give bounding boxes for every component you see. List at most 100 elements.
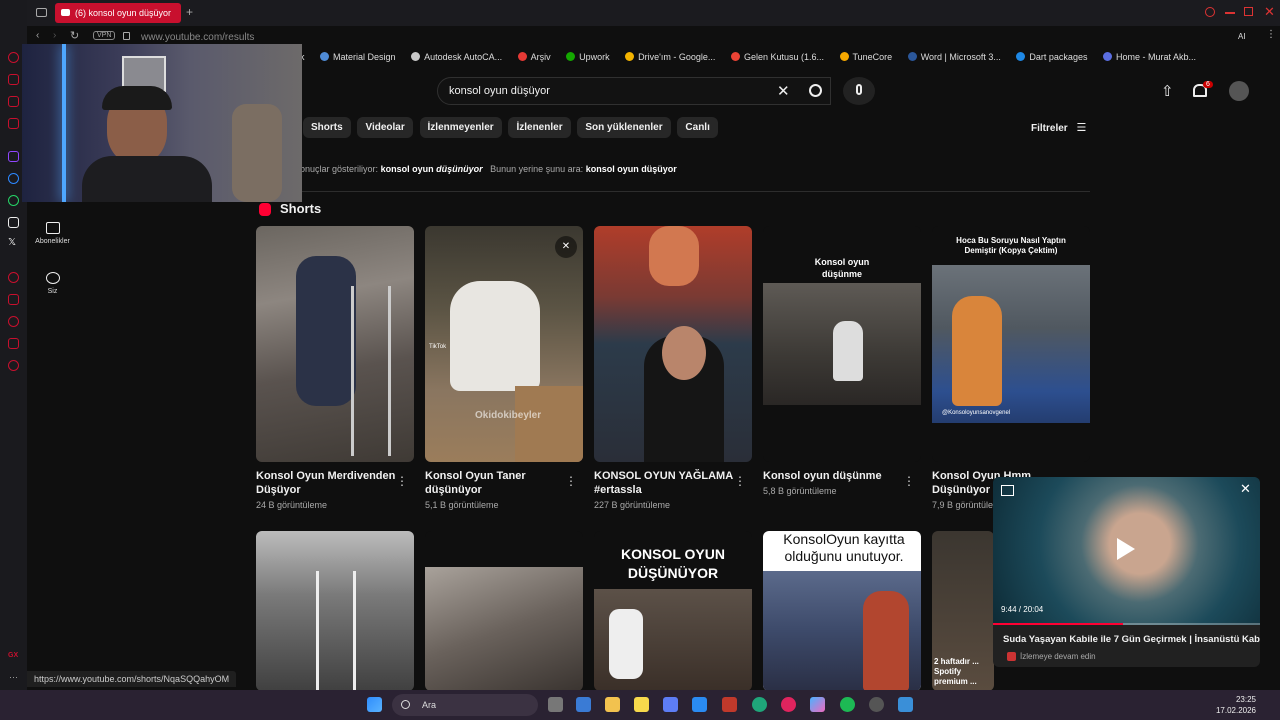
bookmark-item[interactable]: Gelen Kutusu (1.6... [730, 52, 824, 62]
sidebar-app-icon[interactable] [8, 52, 19, 63]
chip-recent[interactable]: Son yüklenenler [577, 117, 671, 138]
sidebar-app-icon[interactable] [8, 338, 19, 349]
short-thumbnail[interactable] [256, 226, 414, 462]
voice-search-button[interactable] [843, 77, 875, 105]
store-icon[interactable] [663, 697, 678, 712]
short-card[interactable]: KONSOL OYUN YAĞLAMA #ertassla 227 B görü… [594, 226, 752, 510]
avatar[interactable] [1229, 81, 1249, 101]
tiktok-icon[interactable] [8, 217, 19, 228]
back-icon[interactable]: ‹ [36, 30, 39, 41]
short-thumbnail[interactable]: Konsol oyun düşünme [763, 226, 921, 462]
sticky-notes-icon[interactable] [634, 697, 649, 712]
menu-icon[interactable]: ⋮ [1266, 29, 1276, 40]
twitch-icon[interactable] [8, 151, 19, 162]
short-title[interactable]: Konsol Oyun Merdivenden Düşüyor [256, 469, 396, 497]
search-input[interactable]: konsol oyun düşüyor [437, 77, 831, 105]
system-clock[interactable]: 23:25 17.02.2026 [1216, 694, 1256, 716]
edge-icon[interactable] [752, 697, 767, 712]
search-tabs-icon[interactable] [1205, 7, 1215, 17]
sidebar-app-icon[interactable] [8, 118, 19, 129]
chip-videos[interactable]: Videolar [357, 117, 413, 138]
expand-icon[interactable] [1001, 485, 1014, 496]
short-title[interactable]: Konsol oyun düşünme [763, 469, 903, 483]
short-title[interactable]: Konsol Oyun Taner düşünüyor [425, 469, 565, 497]
mute-icon[interactable]: ✕ [555, 236, 577, 258]
app-icon[interactable] [898, 697, 913, 712]
vpn-badge[interactable]: VPN [93, 31, 116, 40]
sidebar-app-icon[interactable] [8, 74, 19, 85]
short-thumbnail[interactable] [256, 531, 414, 691]
url-text[interactable]: www.youtube.com/results [141, 32, 254, 43]
tab-manager-icon[interactable] [36, 8, 47, 17]
gx-icon[interactable]: GX [8, 652, 18, 659]
short-card[interactable]: Hoca Bu Soruyu Nasıl Yaptın Demiştir (Ko… [932, 226, 1090, 510]
progress-track[interactable] [993, 623, 1260, 625]
chip-shorts[interactable]: Shorts [303, 117, 351, 138]
miniplayer-title[interactable]: Suda Yaşayan Kabile ile 7 Gün Geçirmek |… [1003, 634, 1260, 645]
close-icon[interactable]: ✕ [1240, 481, 1251, 497]
short-card[interactable]: ✕ TikTok Okidokibeyler Konsol Oyun Taner… [425, 226, 583, 510]
bookmark-item[interactable]: Arşiv [517, 52, 551, 62]
file-explorer-icon[interactable] [605, 697, 620, 712]
obs-icon[interactable] [869, 697, 884, 712]
minimize-button[interactable] [1225, 12, 1235, 14]
more-options-icon[interactable]: ⋮ [565, 474, 577, 488]
sidebar-app-icon[interactable] [8, 272, 19, 283]
taskbar-search[interactable]: Ara [392, 694, 538, 716]
ai-extension-badge[interactable]: AI [1238, 32, 1246, 41]
windows-start-icon[interactable] [367, 697, 382, 712]
chip-watched[interactable]: İzlenenler [508, 117, 571, 138]
short-thumbnail[interactable]: KONSOL OYUN DÜŞÜNÜYOR [594, 531, 752, 691]
bookmark-item[interactable]: Material Design [320, 52, 396, 62]
short-thumbnail[interactable]: Hoca Bu Soruyu Nasıl Yaptın Demiştir (Ko… [932, 226, 1090, 462]
chip-live[interactable]: Canlı [677, 117, 718, 138]
new-tab-button[interactable]: + [186, 5, 193, 19]
history-icon[interactable] [8, 316, 19, 327]
search-icon[interactable] [809, 84, 822, 97]
chip-unwatched[interactable]: İzlenmeyenler [419, 117, 502, 138]
bookmark-item[interactable]: Dart packages [1016, 52, 1087, 62]
play-icon[interactable] [1117, 538, 1135, 560]
app-icon[interactable] [576, 697, 591, 712]
filters-button[interactable]: Filtreler ☰ [1031, 121, 1086, 134]
bookmark-item[interactable]: Word | Microsoft 3... [907, 52, 1001, 62]
forward-icon[interactable]: › [53, 30, 56, 41]
whatsapp-icon[interactable] [8, 195, 19, 206]
search-instead-link[interactable]: konsol oyun düşüyor [586, 164, 677, 174]
spotify-icon[interactable] [840, 697, 855, 712]
opera-gx-icon[interactable] [781, 697, 796, 712]
upload-icon[interactable]: ⇧ [1161, 82, 1174, 100]
short-card[interactable]: Konsol oyun düşünme Konsol oyun düşünme … [763, 226, 921, 496]
short-card[interactable]: Konsol Oyun Merdivenden Düşüyor 24 B gör… [256, 226, 414, 510]
short-thumbnail[interactable] [594, 226, 752, 462]
short-thumbnail[interactable]: KonsolOyun kayıtta olduğunu unutuyor. [763, 531, 921, 691]
showing-term[interactable]: konsol oyun düşünüyor [381, 164, 483, 174]
clear-search-icon[interactable]: ✕ [777, 82, 790, 100]
short-thumbnail[interactable]: 2 haftadır ... Spotify premium ... [932, 531, 994, 691]
more-options-icon[interactable]: ⋮ [903, 474, 915, 488]
more-options-icon[interactable]: ⋮ [396, 474, 408, 488]
short-thumbnail[interactable]: ✕ TikTok Okidokibeyler [425, 226, 583, 462]
sidebar-app-icon[interactable] [8, 294, 19, 305]
app-icon[interactable] [722, 697, 737, 712]
copilot-icon[interactable] [810, 697, 825, 712]
settings-icon[interactable] [8, 360, 19, 371]
messenger-icon[interactable] [8, 173, 19, 184]
bookmark-item[interactable]: Upwork [566, 52, 610, 62]
tab-active[interactable]: (6) konsol oyun düşüyor [55, 3, 181, 23]
nav-subscriptions[interactable]: Abonelikler [30, 222, 75, 245]
bookmark-item[interactable]: Home - Murat Akb... [1102, 52, 1196, 62]
reload-icon[interactable]: ↻ [70, 29, 79, 42]
miniplayer[interactable]: ✕ 9:44 / 20:04 Suda Yaşayan Kabile ile 7… [993, 477, 1260, 667]
nav-you[interactable]: Siz [30, 272, 75, 295]
task-view-icon[interactable] [548, 697, 563, 712]
bookmark-item[interactable]: TuneCore [839, 52, 892, 62]
short-title[interactable]: KONSOL OYUN YAĞLAMA #ertassla [594, 469, 734, 497]
vscode-icon[interactable] [692, 697, 707, 712]
short-thumbnail[interactable] [425, 531, 583, 691]
bookmark-item[interactable]: Autodesk AutoCA... [411, 52, 502, 62]
maximize-button[interactable] [1244, 7, 1253, 16]
close-window-button[interactable]: ✕ [1264, 4, 1275, 20]
x-icon[interactable]: 𝕏 [8, 237, 16, 248]
bookmark-item[interactable]: Drive'ım - Google... [625, 52, 715, 62]
